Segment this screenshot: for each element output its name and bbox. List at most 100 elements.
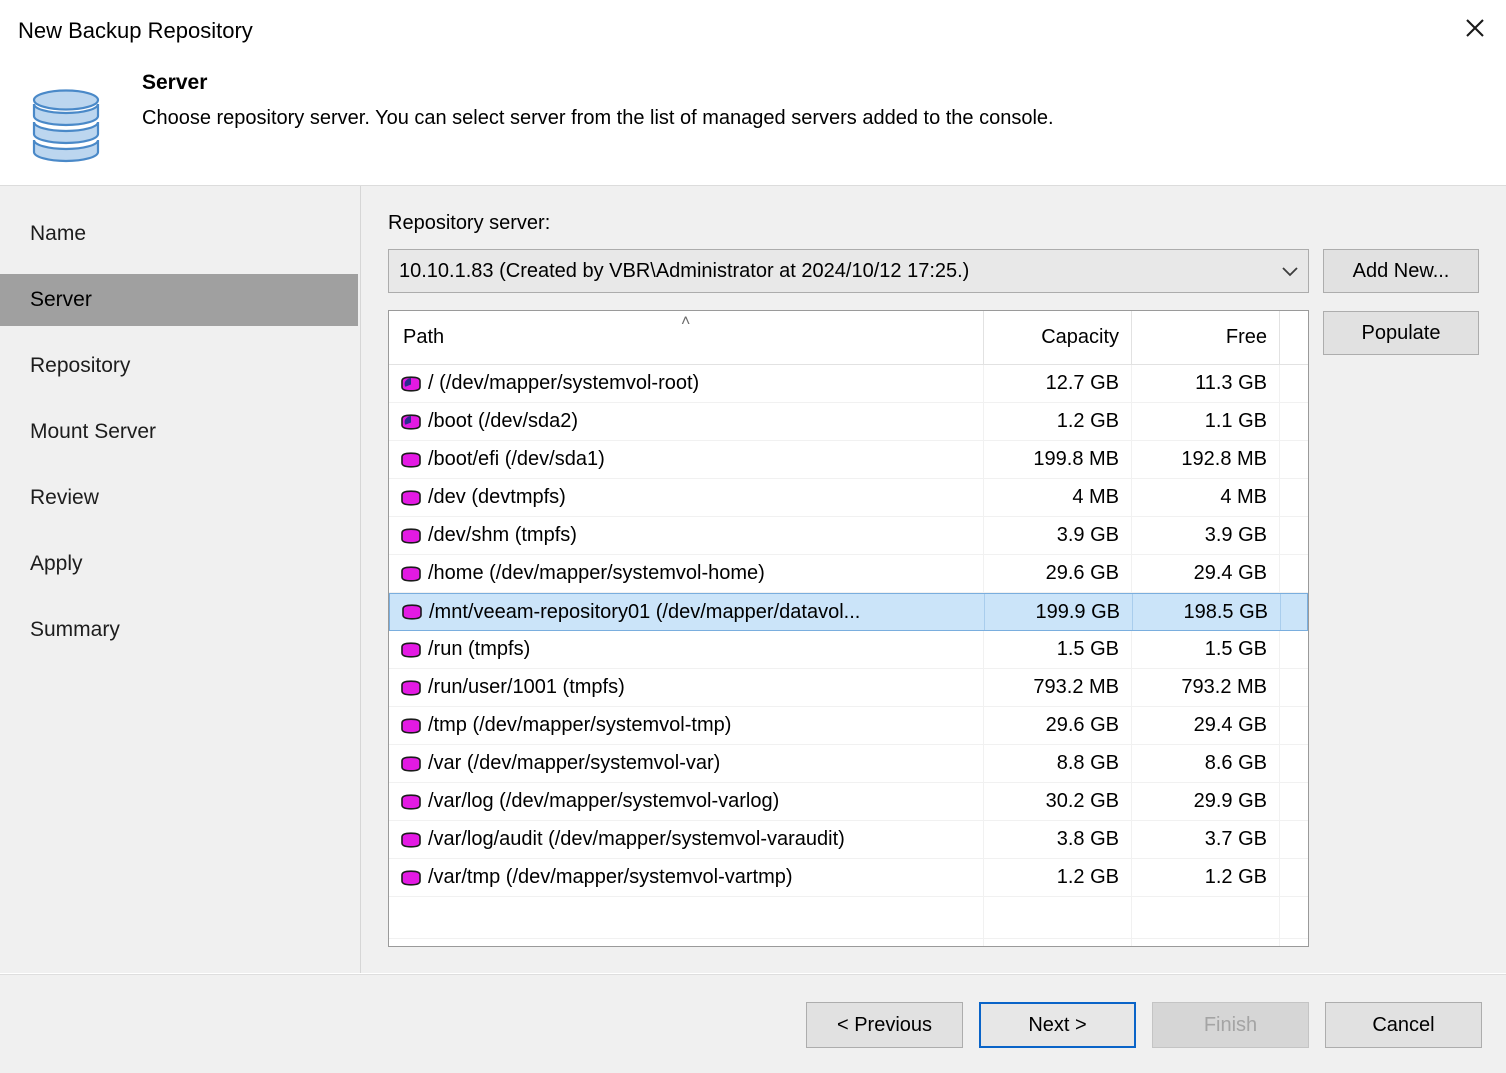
database-stack-icon [26, 78, 106, 174]
previous-button[interactable]: < Previous [806, 1002, 963, 1048]
table-row[interactable]: /var/log (/dev/mapper/systemvol-varlog) 3… [389, 783, 1308, 821]
sidebar-item-mount-server[interactable]: Mount Server [0, 406, 358, 458]
cell-path: / (/dev/mapper/systemvol-root) [389, 365, 984, 402]
volume-icon [399, 451, 423, 469]
cell-filler [1280, 821, 1308, 858]
cell-filler [1280, 897, 1308, 938]
cell-path: /run (tmpfs) [389, 631, 984, 668]
cell-capacity: 793.2 MB [984, 669, 1132, 706]
next-button[interactable]: Next > [979, 1002, 1136, 1048]
page-description: Choose repository server. You can select… [142, 107, 1054, 129]
column-header-path-label: Path [403, 326, 445, 348]
close-button[interactable] [1444, 0, 1506, 56]
sidebar-item-apply[interactable]: Apply [0, 538, 358, 590]
dialog-body: Name Server Repository Mount Server Review Ap… [0, 186, 1506, 973]
sidebar-item-summary[interactable]: Summary [0, 604, 358, 656]
cancel-button[interactable]: Cancel [1325, 1002, 1482, 1048]
populate-button[interactable]: Populate [1323, 311, 1479, 355]
column-header-free[interactable]: Free [1132, 311, 1280, 364]
table-row[interactable]: /boot (/dev/sda2) 1.2 GB 1.1 GB [389, 403, 1308, 441]
sidebar-item-label: Name [30, 222, 87, 245]
table-header-row: Path ˄ Capacity Free [389, 311, 1308, 365]
cell-filler [1280, 707, 1308, 744]
sidebar-item-server[interactable]: Server [0, 274, 358, 326]
sidebar-item-name[interactable]: Name [0, 208, 358, 260]
cell-free: 1.2 GB [1132, 859, 1280, 896]
cell-path-label: /run/user/1001 (tmpfs) [428, 676, 625, 698]
sidebar-item-label: Server [30, 288, 92, 311]
cell-path-label: /var/log (/dev/mapper/systemvol-varlog) [428, 790, 780, 812]
cell-free [1132, 939, 1280, 946]
volume-icon [399, 717, 423, 735]
cell-path: /run/user/1001 (tmpfs) [389, 669, 984, 706]
sidebar-item-repository[interactable]: Repository [0, 340, 358, 392]
table-row[interactable]: /dev (devtmpfs) 4 MB 4 MB [389, 479, 1308, 517]
sidebar-item-review[interactable]: Review [0, 472, 358, 524]
cell-path-label: /tmp (/dev/mapper/systemvol-tmp) [428, 714, 732, 736]
cell-path-label: /var (/dev/mapper/systemvol-var) [428, 752, 721, 774]
repository-server-label: Repository server: [388, 212, 551, 234]
cell-free: 11.3 GB [1132, 365, 1280, 402]
table-row[interactable]: /home (/dev/mapper/systemvol-home) 29.6 G… [389, 555, 1308, 593]
cell-filler [1280, 745, 1308, 782]
cell-free: 3.7 GB [1132, 821, 1280, 858]
table-row[interactable]: /var/tmp (/dev/mapper/systemvol-vartmp) 1… [389, 859, 1308, 897]
cell-filler [1280, 403, 1308, 440]
volume-icon [399, 831, 423, 849]
table-row-empty [389, 939, 1308, 946]
column-header-capacity[interactable]: Capacity [984, 311, 1132, 364]
cell-path-label: /var/log/audit (/dev/mapper/systemvol-va… [428, 828, 845, 850]
cell-filler [1280, 669, 1308, 706]
cell-path [389, 897, 984, 938]
cell-filler [1280, 441, 1308, 478]
table-row[interactable]: /var/log/audit (/dev/mapper/systemvol-va… [389, 821, 1308, 859]
table-row[interactable]: / (/dev/mapper/systemvol-root) 12.7 GB 11.… [389, 365, 1308, 403]
cell-path-label: / (/dev/mapper/systemvol-root) [428, 372, 700, 394]
cell-filler [1280, 365, 1308, 402]
title-bar: New Backup Repository [0, 0, 1506, 62]
chevron-down-icon [1272, 264, 1308, 278]
table-row[interactable]: /run (tmpfs) 1.5 GB 1.5 GB [389, 631, 1308, 669]
cell-capacity: 30.2 GB [984, 783, 1132, 820]
cell-capacity: 29.6 GB [984, 555, 1132, 592]
cell-filler [1280, 939, 1308, 946]
sidebar-item-label: Mount Server [30, 420, 157, 443]
volume-icon [399, 755, 423, 773]
cell-free: 3.9 GB [1132, 517, 1280, 554]
repository-server-select[interactable]: 10.10.1.83 (Created by VBR\Administrator… [388, 249, 1309, 293]
cell-path: /var/log (/dev/mapper/systemvol-varlog) [389, 783, 984, 820]
volume-icon [399, 527, 423, 545]
column-header-filler [1280, 311, 1308, 364]
cell-path-label: /home (/dev/mapper/systemvol-home) [428, 562, 765, 584]
cell-capacity: 29.6 GB [984, 707, 1132, 744]
cell-filler [1281, 594, 1308, 630]
close-icon [1462, 15, 1488, 41]
cell-path: /dev/shm (tmpfs) [389, 517, 984, 554]
table-row[interactable]: /run/user/1001 (tmpfs) 793.2 MB 793.2 MB [389, 669, 1308, 707]
cell-path: /var/log/audit (/dev/mapper/systemvol-va… [389, 821, 984, 858]
table-row[interactable]: /var (/dev/mapper/systemvol-var) 8.8 GB 8.… [389, 745, 1308, 783]
cell-path-label: /boot/efi (/dev/sda1) [428, 448, 605, 470]
table-row[interactable]: /mnt/veeam-repository01 (/dev/mapper/dat… [389, 593, 1308, 631]
cell-capacity: 1.2 GB [984, 403, 1132, 440]
cell-free [1132, 897, 1280, 938]
cell-free: 198.5 GB [1133, 594, 1281, 630]
add-new-button[interactable]: Add New... [1323, 249, 1479, 293]
table-row[interactable]: /dev/shm (tmpfs) 3.9 GB 3.9 GB [389, 517, 1308, 555]
cell-path-label: /run (tmpfs) [428, 638, 531, 660]
window-title: New Backup Repository [18, 18, 253, 43]
volumes-table[interactable]: Path ˄ Capacity Free / (/dev/mapper/syst… [388, 310, 1309, 947]
dialog-footer: < Previous Next > Finish Cancel [0, 974, 1506, 1073]
cell-path-label: /mnt/veeam-repository01 (/dev/mapper/dat… [429, 600, 861, 623]
table-row[interactable]: /tmp (/dev/mapper/systemvol-tmp) 29.6 GB 2… [389, 707, 1308, 745]
table-row[interactable]: /boot/efi (/dev/sda1) 199.8 MB 192.8 MB [389, 441, 1308, 479]
cell-capacity [984, 939, 1132, 946]
cell-path-label: /dev/shm (tmpfs) [428, 524, 577, 546]
system-volume-icon [399, 413, 423, 431]
cell-capacity: 1.5 GB [984, 631, 1132, 668]
cell-path: /dev (devtmpfs) [389, 479, 984, 516]
cell-path [389, 939, 984, 946]
sidebar-item-label: Review [30, 486, 99, 509]
sidebar-item-label: Summary [30, 618, 120, 641]
cell-path: /home (/dev/mapper/systemvol-home) [389, 555, 984, 592]
